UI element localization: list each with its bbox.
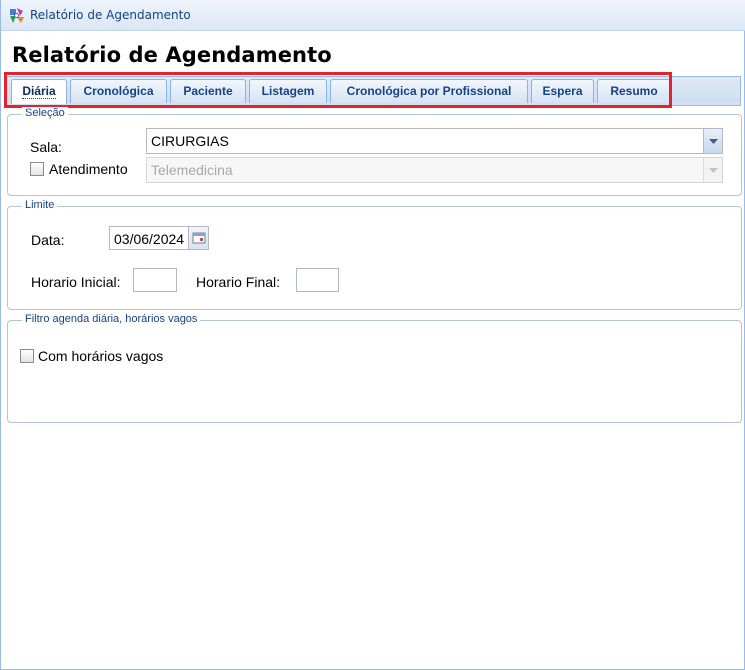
page-title: Relatório de Agendamento	[12, 43, 332, 67]
tab-cronologica-por-profissional[interactable]: Cronológica por Profissional	[330, 79, 528, 103]
title-bar: Relatório de Agendamento	[1, 0, 745, 31]
sala-value: CIRURGIAS	[151, 133, 229, 149]
limite-group: Limite	[7, 199, 742, 310]
tab-resumo[interactable]: Resumo	[597, 79, 671, 103]
report-window: Relatório de Agendamento Relatório de Ag…	[0, 0, 745, 670]
atendimento-dropdown-trigger	[703, 158, 722, 182]
tab-paciente[interactable]: Paciente	[170, 79, 246, 103]
chevron-down-icon	[709, 139, 718, 144]
limite-legend: Limite	[22, 199, 58, 211]
sala-label: Sala:	[30, 139, 62, 155]
sala-dropdown-trigger[interactable]	[703, 129, 722, 153]
horario-inicial-label: Horario Inicial:	[31, 274, 121, 290]
tab-cronologica[interactable]: Cronológica	[70, 79, 167, 103]
horarios-vagos-label: Com horários vagos	[38, 348, 164, 364]
window-title: Relatório de Agendamento	[30, 8, 191, 22]
horario-final-field[interactable]	[296, 268, 339, 292]
horario-inicial-field[interactable]	[133, 268, 177, 292]
data-field[interactable]: 03/06/2024	[109, 226, 209, 250]
tab-listagem[interactable]: Listagem	[249, 79, 327, 103]
filtro-legend: Filtro agenda diária, horários vagos	[22, 313, 201, 325]
date-picker-trigger[interactable]	[188, 227, 208, 249]
atendimento-label: Atendimento	[49, 161, 128, 177]
atendimento-checkbox[interactable]	[30, 162, 44, 176]
filtro-group: Filtro agenda diária, horários vagos	[7, 313, 742, 423]
calendar-icon	[192, 232, 206, 244]
data-label: Data:	[31, 232, 65, 248]
atendimento-value: Telemedicina	[151, 162, 233, 178]
horario-final-label: Horario Final:	[196, 274, 281, 290]
tab-label: Diária	[22, 84, 56, 99]
selecao-group: Seleção	[7, 107, 742, 196]
tab-espera[interactable]: Espera	[531, 79, 594, 103]
app-logo-icon	[10, 8, 24, 23]
data-value: 03/06/2024	[114, 231, 185, 247]
atendimento-combo: Telemedicina	[146, 157, 723, 183]
sala-combo[interactable]: CIRURGIAS	[146, 128, 723, 154]
selecao-legend: Seleção	[22, 107, 68, 119]
horarios-vagos-checkbox[interactable]	[20, 349, 34, 363]
chevron-down-icon	[709, 168, 718, 173]
tab-diaria[interactable]: Diária	[11, 79, 67, 104]
